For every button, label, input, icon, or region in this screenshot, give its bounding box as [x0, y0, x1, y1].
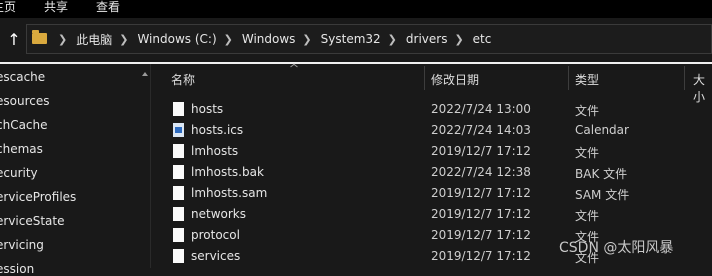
tab-share[interactable]: 共享 [44, 0, 68, 14]
file-row[interactable]: lmhosts.sam 2019/12/7 17:12 SAM 文件 [151, 183, 712, 204]
column-header-name[interactable]: 名称 [171, 71, 195, 88]
column-header-row: 名称 修改日期 类型 大小 [151, 63, 712, 104]
file-type: Calendar [575, 123, 629, 137]
crumb-c-drive[interactable]: Windows (C:) [137, 32, 216, 46]
nav-item[interactable]: chCache [0, 118, 48, 132]
column-header-type[interactable]: 类型 [575, 71, 599, 88]
ribbon-tabs: 主页 共享 查看 [0, 0, 712, 18]
chevron-right-icon[interactable]: ❯ [454, 33, 463, 46]
folder-icon [32, 30, 47, 44]
file-name: lmhosts [191, 144, 239, 158]
column-resizer[interactable] [684, 66, 685, 90]
crumb-this-pc[interactable]: 此电脑 [76, 31, 112, 48]
file-name: lmhosts.sam [191, 186, 268, 200]
file-date: 2019/12/7 17:12 [431, 228, 531, 242]
file-name: services [191, 249, 241, 263]
file-date: 2022/7/24 14:03 [431, 123, 531, 137]
file-type: SAM 文件 [575, 188, 630, 202]
file-icon [173, 102, 184, 116]
breadcrumb: ❯ 此电脑 ❯ Windows (C:) ❯ Windows ❯ System3… [51, 25, 491, 53]
file-name: lmhosts.bak [191, 165, 264, 179]
scroll-up-icon[interactable] [142, 72, 148, 76]
calendar-file-icon [173, 123, 184, 137]
crumb-windows[interactable]: Windows [242, 32, 296, 46]
column-header-date[interactable]: 修改日期 [431, 71, 479, 88]
nav-item[interactable]: ervicing [0, 238, 44, 252]
crumb-drivers[interactable]: drivers [406, 32, 448, 46]
navigation-pane: escache esources chCache chemas ecurity … [0, 64, 150, 276]
chevron-right-icon[interactable]: ❯ [58, 33, 67, 46]
file-date: 2022/7/24 12:38 [431, 165, 531, 179]
file-date: 2019/12/7 17:12 [431, 249, 531, 263]
chevron-right-icon[interactable]: ❯ [224, 33, 233, 46]
chevron-right-icon[interactable]: ❯ [119, 33, 128, 46]
chevron-right-icon[interactable]: ❯ [388, 33, 397, 46]
address-bar[interactable]: ❯ 此电脑 ❯ Windows (C:) ❯ Windows ❯ System3… [26, 24, 712, 54]
file-row[interactable]: hosts 2022/7/24 13:00 文件 [151, 99, 712, 120]
file-row[interactable]: lmhosts 2019/12/7 17:12 文件 [151, 141, 712, 162]
address-row: ↑ ❯ 此电脑 ❯ Windows (C:) ❯ Windows ❯ Syste… [0, 18, 712, 62]
nav-item[interactable]: erviceState [0, 214, 65, 228]
file-icon [173, 165, 184, 179]
nav-item[interactable]: ecurity [0, 166, 38, 180]
file-row[interactable]: hosts.ics 2022/7/24 14:03 Calendar [151, 120, 712, 141]
file-date: 2022/7/24 13:00 [431, 102, 531, 116]
file-icon [173, 228, 184, 242]
file-row[interactable]: networks 2019/12/7 17:12 文件 [151, 204, 712, 225]
chevron-right-icon[interactable]: ❯ [302, 33, 311, 46]
crumb-system32[interactable]: System32 [321, 32, 381, 46]
file-icon [173, 207, 184, 221]
tab-home[interactable]: 主页 [0, 0, 16, 14]
column-resizer[interactable] [424, 66, 425, 90]
file-name: hosts.ics [191, 123, 244, 137]
file-name: hosts [191, 102, 224, 116]
nav-item[interactable]: esources [0, 94, 49, 108]
sort-ascending-icon [290, 63, 297, 68]
file-row[interactable]: lmhosts.bak 2022/7/24 12:38 BAK 文件 [151, 162, 712, 183]
column-resizer[interactable] [568, 66, 569, 90]
nav-item[interactable]: escache [0, 70, 45, 84]
up-arrow-icon[interactable]: ↑ [6, 30, 22, 50]
file-date: 2019/12/7 17:12 [431, 144, 531, 158]
nav-item[interactable]: chemas [0, 142, 43, 156]
file-icon [173, 144, 184, 158]
file-type: 文件 [575, 146, 600, 160]
file-icon [173, 249, 184, 263]
file-date: 2019/12/7 17:12 [431, 207, 531, 221]
file-icon [173, 186, 184, 200]
file-type: BAK 文件 [575, 167, 628, 181]
file-name: protocol [191, 228, 240, 242]
file-name: networks [191, 207, 246, 221]
file-type: 文件 [575, 104, 600, 118]
file-date: 2019/12/7 17:12 [431, 186, 531, 200]
watermark: CSDN @太阳风暴 [559, 240, 674, 256]
nav-item[interactable]: ession [0, 262, 34, 276]
nav-item[interactable]: erviceProfiles [0, 190, 76, 204]
crumb-etc[interactable]: etc [473, 32, 492, 46]
file-type: 文件 [575, 209, 600, 223]
tab-view[interactable]: 查看 [96, 0, 120, 14]
